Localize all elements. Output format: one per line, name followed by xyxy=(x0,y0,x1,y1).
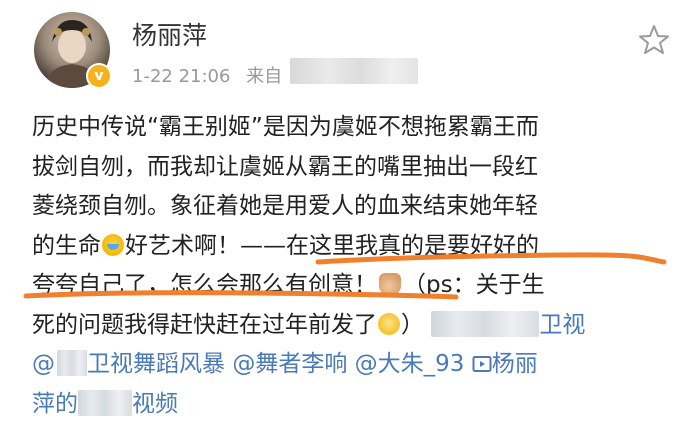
mention-link-partial[interactable]: 卫视舞蹈风暴 xyxy=(87,351,225,377)
post-text-line: 的生命 好艺术啊！——在这里我真的是要好好的 xyxy=(32,227,672,267)
video-link[interactable]: 杨丽 xyxy=(472,351,538,377)
post-text-segment: （ps：关于生 xyxy=(403,272,545,298)
post-header: v 杨丽萍 1-22 21:06 来自 xyxy=(0,0,700,100)
post-text-segment: 好艺术啊！——在这里我真的是要好好的 xyxy=(125,232,539,259)
post-text-line: 历史中传说“霸王别姬”是因为虞姬不想拖累霸王而 xyxy=(32,114,539,140)
post-source-label: 来自 xyxy=(246,66,283,87)
post-text-segment: 夸夸自己了，怎么会那么有创意！ xyxy=(32,272,377,298)
verified-badge-icon: v xyxy=(86,63,112,89)
favorite-button[interactable] xyxy=(636,22,672,58)
thumbs-up-emoji-icon xyxy=(379,273,401,295)
post-meta: 1-22 21:06 来自 xyxy=(132,62,282,88)
post-timestamp: 1-22 21:06 xyxy=(132,66,231,87)
mention-link[interactable]: @大朱_93 xyxy=(355,351,465,377)
mention-link-partial[interactable]: @ xyxy=(32,351,55,377)
post-text-line: 萍的 视频 xyxy=(32,385,672,425)
post-text-segment: 的生命 xyxy=(32,232,101,259)
crying-emoji-icon xyxy=(102,233,124,256)
post-text-line: @ 卫视舞蹈风暴 @舞者李响 @大朱_93 杨丽 xyxy=(32,345,672,385)
post-text-line: 夸夸自己了，怎么会那么有创意！ （ps：关于生 xyxy=(32,266,672,306)
blurred-mention xyxy=(57,350,87,376)
blurred-mention xyxy=(431,310,540,337)
post-text-segment: ） xyxy=(401,311,424,338)
post-text-line: 菱绕颈自刎。象征着她是用爱人的血来结束她年轻 xyxy=(32,193,538,219)
post-text-line: 死的问题我得赶快赶在过年前发了 ） 卫视 xyxy=(32,306,672,346)
video-link-label[interactable]: 萍的 xyxy=(32,391,78,417)
blurred-source-name xyxy=(290,58,418,84)
post-body: 历史中传说“霸王别姬”是因为虞姬不想拖累霸王而 拔剑自刎，而我却让虞姬从霸王的嘴… xyxy=(32,108,672,424)
mention-link[interactable]: @舞者李响 xyxy=(232,351,347,377)
author-name[interactable]: 杨丽萍 xyxy=(132,16,207,52)
thinking-emoji-icon xyxy=(378,312,400,335)
video-link-label: 杨丽 xyxy=(491,351,538,377)
post-text-line: 拔剑自刎，而我却让虞姬从霸王的嘴里抽出一段红 xyxy=(32,153,538,180)
post-text-segment: 死的问题我得赶快赶在过年前发了 xyxy=(32,311,377,338)
star-outline-icon xyxy=(639,25,669,54)
video-link-label[interactable]: 视频 xyxy=(132,391,178,417)
video-icon xyxy=(472,356,492,372)
mention-link-partial[interactable]: 卫视 xyxy=(539,312,585,338)
blurred-mention xyxy=(78,389,132,416)
